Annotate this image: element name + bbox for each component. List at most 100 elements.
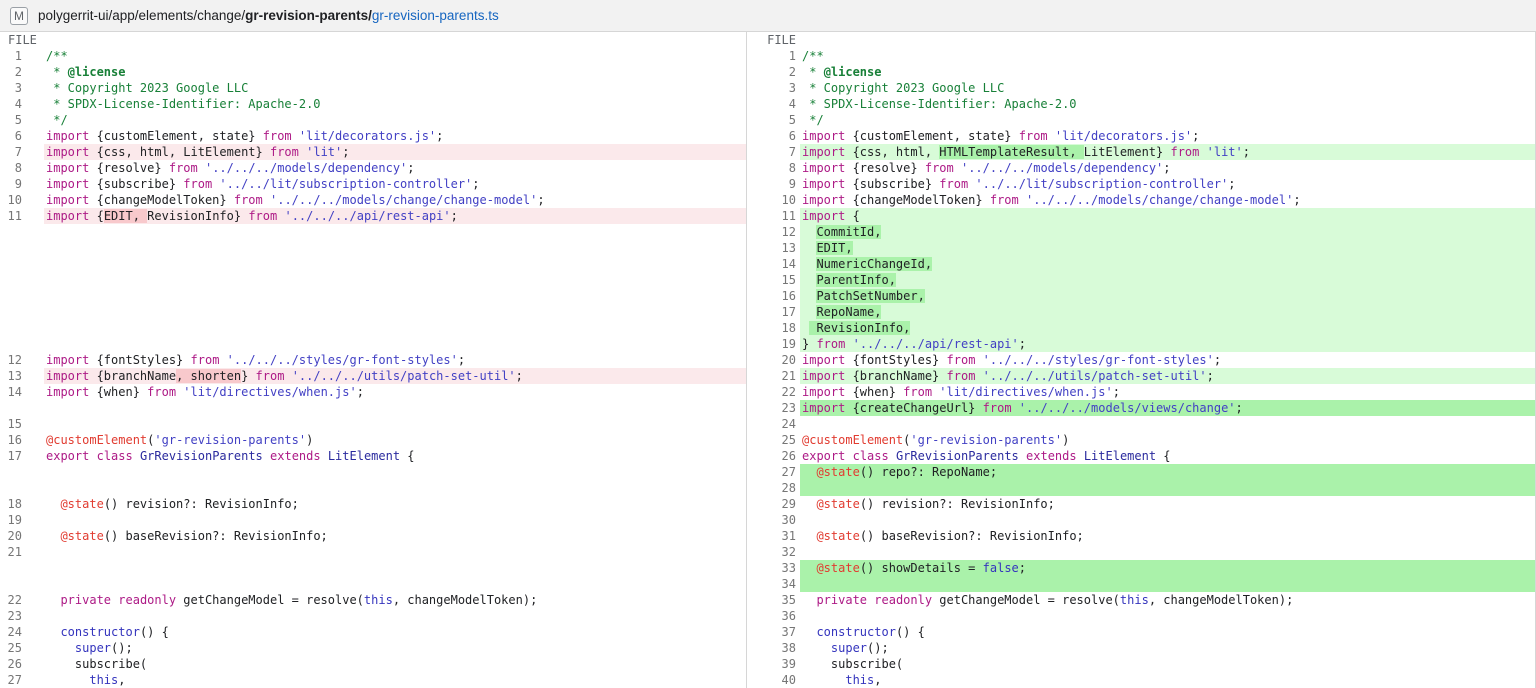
right-line-number[interactable]: 36 [746,608,800,624]
right-line-number[interactable]: 22 [746,384,800,400]
right-code-line: import {createChangeUrl} from '../../../… [800,400,1535,416]
diff-row: 16 PatchSetNumber, [0,288,1535,304]
left-line-number[interactable]: 12 [0,352,44,368]
right-line-number[interactable]: 19 [746,336,800,352]
left-line-number[interactable]: 15 [0,416,44,432]
left-line-number[interactable]: 21 [0,544,44,560]
left-line-number[interactable]: 19 [0,512,44,528]
right-line-number[interactable]: 25 [746,432,800,448]
left-code-line [44,480,746,496]
right-line-number[interactable]: 12 [746,224,800,240]
right-file-label[interactable]: FILE [746,32,800,48]
right-line-number[interactable]: 21 [746,368,800,384]
left-line-number[interactable]: 16 [0,432,44,448]
right-line-number[interactable]: 9 [746,176,800,192]
left-line-number[interactable]: 18 [0,496,44,512]
left-line-number[interactable]: 23 [0,608,44,624]
left-line-number[interactable]: 10 [0,192,44,208]
left-line-number[interactable] [0,256,44,272]
right-line-number[interactable]: 1 [746,48,800,64]
left-line-number[interactable]: 22 [0,592,44,608]
left-line-number[interactable]: 5 [0,112,44,128]
right-line-number[interactable]: 7 [746,144,800,160]
left-file-label[interactable]: FILE [0,32,44,48]
right-line-number[interactable]: 14 [746,256,800,272]
left-line-number[interactable] [0,480,44,496]
right-line-number[interactable]: 24 [746,416,800,432]
right-code-line: ParentInfo, [800,272,1535,288]
left-line-number[interactable] [0,240,44,256]
right-line-number[interactable]: 16 [746,288,800,304]
left-line-number[interactable]: 1 [0,48,44,64]
left-line-number[interactable]: 8 [0,160,44,176]
diff-row: 2 * @license2 * @license [0,64,1535,80]
right-line-number[interactable]: 35 [746,592,800,608]
right-line-number[interactable]: 4 [746,96,800,112]
diff-row: 21 32 [0,544,1535,560]
right-line-number[interactable]: 27 [746,464,800,480]
left-code-line: import {branchName, shorten} from '../..… [44,368,746,384]
right-line-number[interactable]: 38 [746,640,800,656]
left-line-number[interactable]: 6 [0,128,44,144]
left-line-number[interactable] [0,272,44,288]
right-line-number[interactable]: 40 [746,672,800,688]
left-code-line: private readonly getChangeModel = resolv… [44,592,746,608]
left-line-number[interactable]: 20 [0,528,44,544]
left-line-number[interactable] [0,576,44,592]
left-line-number[interactable] [0,400,44,416]
right-line-number[interactable]: 26 [746,448,800,464]
right-line-number[interactable]: 20 [746,352,800,368]
left-line-number[interactable]: 4 [0,96,44,112]
left-line-number[interactable]: 2 [0,64,44,80]
diff-row: 1524 [0,416,1535,432]
right-line-number[interactable]: 34 [746,576,800,592]
diff-row: 16@customElement('gr-revision-parents')2… [0,432,1535,448]
left-line-number[interactable] [0,304,44,320]
right-code-line: import {css, html, HTMLTemplateResult, L… [800,144,1535,160]
left-line-number[interactable] [0,320,44,336]
right-line-number[interactable]: 28 [746,480,800,496]
right-line-number[interactable]: 6 [746,128,800,144]
right-code-line: import {fontStyles} from '../../../style… [800,352,1535,368]
right-line-number[interactable]: 3 [746,80,800,96]
right-line-number[interactable]: 17 [746,304,800,320]
left-line-number[interactable]: 9 [0,176,44,192]
left-line-number[interactable] [0,288,44,304]
right-code-line: import {resolve} from '../../../models/d… [800,160,1535,176]
right-line-number[interactable]: 23 [746,400,800,416]
file-path-link[interactable]: gr-revision-parents.ts [372,8,499,23]
left-line-number[interactable] [0,464,44,480]
left-line-number[interactable]: 13 [0,368,44,384]
right-line-number[interactable]: 37 [746,624,800,640]
left-line-number[interactable]: 7 [0,144,44,160]
left-line-number[interactable]: 3 [0,80,44,96]
left-code-line [44,512,746,528]
left-line-number[interactable]: 14 [0,384,44,400]
right-line-number[interactable]: 5 [746,112,800,128]
left-line-number[interactable]: 26 [0,656,44,672]
right-line-number[interactable]: 8 [746,160,800,176]
right-line-number[interactable]: 10 [746,192,800,208]
right-line-number[interactable]: 32 [746,544,800,560]
left-line-number[interactable] [0,560,44,576]
left-line-number[interactable] [0,336,44,352]
right-line-number[interactable]: 11 [746,208,800,224]
right-line-number[interactable]: 29 [746,496,800,512]
right-line-number[interactable]: 31 [746,528,800,544]
right-line-number[interactable]: 2 [746,64,800,80]
right-line-number[interactable]: 30 [746,512,800,528]
right-line-number[interactable]: 13 [746,240,800,256]
right-line-number[interactable]: 15 [746,272,800,288]
file-path: polygerrit-ui/app/elements/change/gr-rev… [38,8,499,23]
left-line-number[interactable]: 27 [0,672,44,688]
left-line-number[interactable]: 11 [0,208,44,224]
left-code-line: this, [44,672,746,688]
left-line-number[interactable] [0,224,44,240]
right-line-number[interactable]: 39 [746,656,800,672]
left-line-number[interactable]: 24 [0,624,44,640]
diff-row: 20 @state() baseRevision?: RevisionInfo;… [0,528,1535,544]
right-line-number[interactable]: 18 [746,320,800,336]
left-line-number[interactable]: 17 [0,448,44,464]
right-line-number[interactable]: 33 [746,560,800,576]
left-line-number[interactable]: 25 [0,640,44,656]
